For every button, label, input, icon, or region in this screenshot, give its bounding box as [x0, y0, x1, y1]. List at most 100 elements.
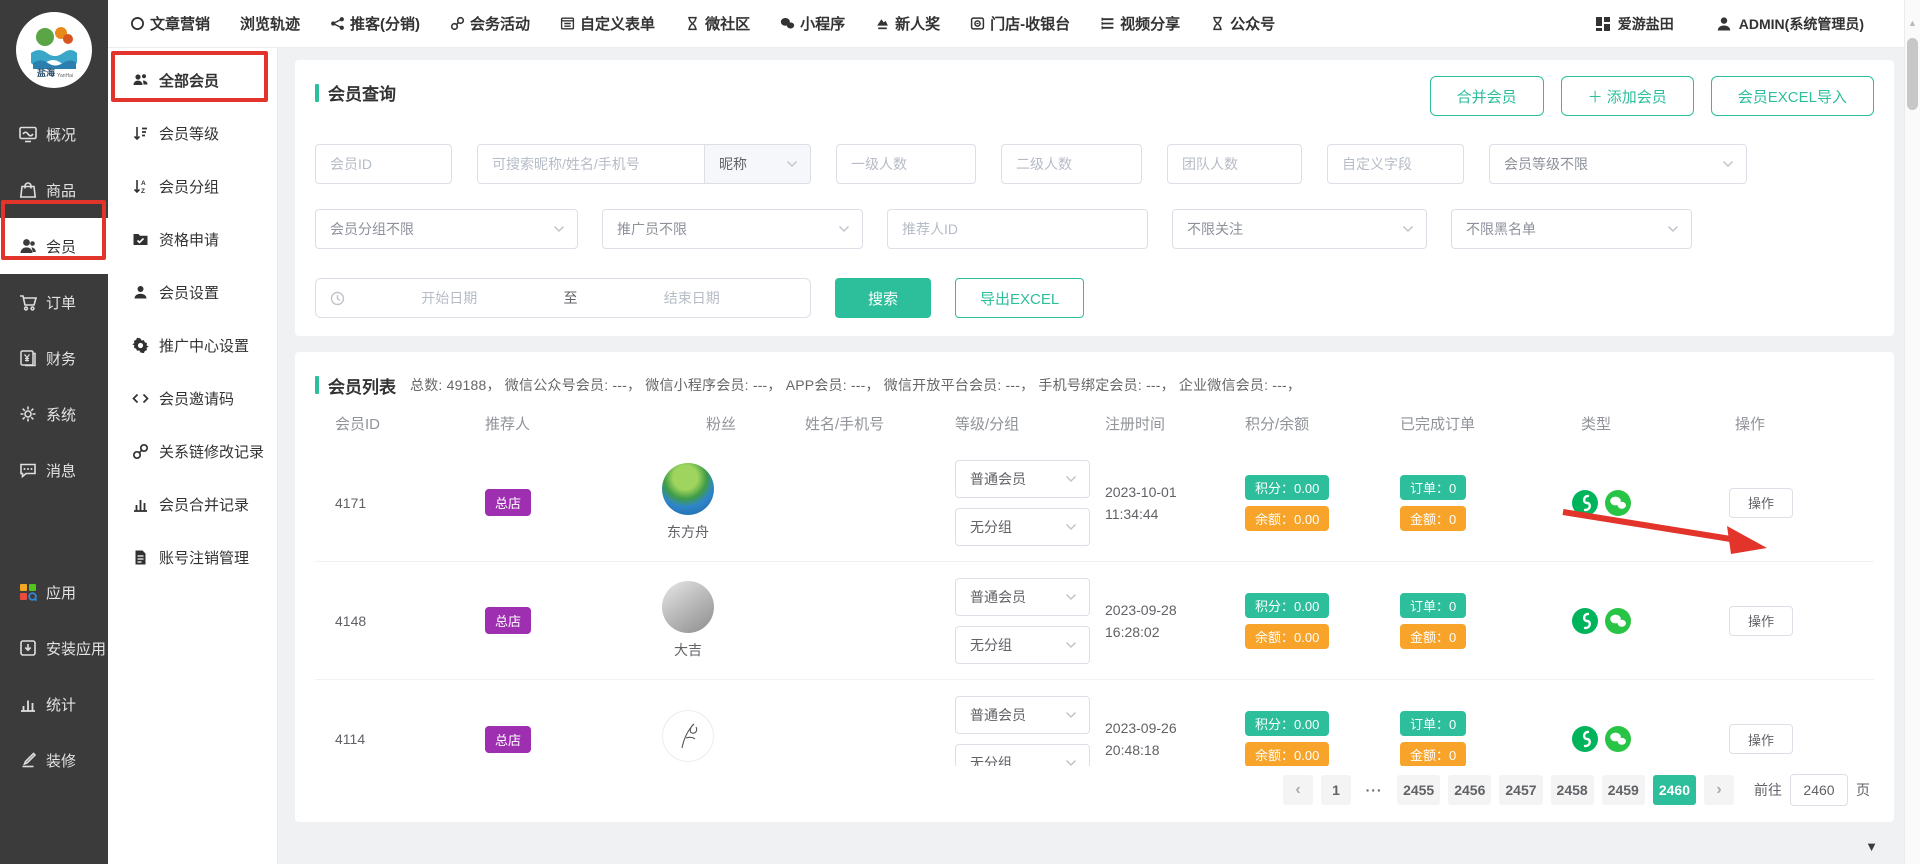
- goto-page-input[interactable]: [1790, 774, 1848, 806]
- member-level-select[interactable]: 会员等级不限: [1489, 144, 1747, 184]
- window-scrollbar[interactable]: ▲: [1904, 0, 1920, 864]
- page-button[interactable]: 2456: [1448, 775, 1491, 805]
- register-time: 2023-10-0111:34:44: [1105, 481, 1237, 525]
- sidebar-item-decorate[interactable]: 装修: [0, 732, 108, 788]
- group-select[interactable]: 无分组: [955, 626, 1090, 664]
- level-select[interactable]: 普通会员: [955, 460, 1090, 498]
- sidebar-item-member[interactable]: 会员: [0, 218, 108, 274]
- amount-badge: 金额：0: [1400, 624, 1466, 649]
- member-query-card: 会员查询 合并会员 ＋ 添加会员 会员EXCEL导入 昵称: [295, 60, 1894, 336]
- nav-store-cashier[interactable]: 门店-收银台: [970, 13, 1070, 34]
- search-input[interactable]: [477, 144, 705, 184]
- scrollbar-up-arrow[interactable]: ▲: [1905, 18, 1920, 28]
- avatar[interactable]: [662, 581, 714, 633]
- nav-micro-community[interactable]: 微社区: [685, 13, 750, 34]
- date-range-picker[interactable]: 开始日期 至 结束日期: [315, 278, 811, 318]
- sidebar-item-apps[interactable]: 应用: [0, 564, 108, 620]
- group-select[interactable]: 无分组: [955, 508, 1090, 546]
- share-icon: [330, 16, 345, 31]
- blacklist-filter-select[interactable]: 不限黑名单: [1451, 209, 1692, 249]
- workspace-name: 爱游盐田: [1618, 14, 1674, 34]
- level-select[interactable]: 普通会员: [955, 696, 1090, 734]
- follow-filter-select[interactable]: 不限关注: [1172, 209, 1427, 249]
- submenu-invite-code[interactable]: 会员邀请码: [108, 372, 277, 425]
- team-count-input[interactable]: [1167, 144, 1302, 184]
- pages-ellipsis[interactable]: ···: [1359, 775, 1389, 805]
- sidebar-item-label: 安装应用: [46, 638, 106, 659]
- sidebar-item-stats[interactable]: 统计: [0, 676, 108, 732]
- referrer-id-input[interactable]: [887, 209, 1148, 249]
- end-date-placeholder: 结束日期: [588, 288, 797, 308]
- level2-count-input[interactable]: [1001, 144, 1142, 184]
- submenu-relation-chain-log[interactable]: 关系链修改记录: [108, 425, 277, 478]
- list-stats: 总数: 49188， 微信公众号会员: ---， 微信小程序会员: ---， A…: [410, 375, 1301, 395]
- grid-icon: [1595, 16, 1611, 32]
- row-action-button[interactable]: 操作: [1729, 724, 1793, 754]
- page-button[interactable]: 2457: [1499, 775, 1542, 805]
- submenu-account-cancellation[interactable]: 账号注销管理: [108, 531, 277, 584]
- row-action-button[interactable]: 操作: [1729, 606, 1793, 636]
- custom-field-input[interactable]: [1327, 144, 1464, 184]
- sidebar-item-goods[interactable]: 商品: [0, 162, 108, 218]
- avatar[interactable]: [662, 463, 714, 515]
- submenu-member-level[interactable]: 会员等级: [108, 107, 277, 160]
- logo[interactable]: 盐海 YanHai: [0, 0, 108, 106]
- points-badge: 积分：0.00: [1245, 593, 1329, 618]
- sidebar-item-orders[interactable]: 订单: [0, 274, 108, 330]
- next-page-button[interactable]: ›: [1704, 775, 1734, 805]
- submenu-promotion-center-settings[interactable]: 推广中心设置: [108, 319, 277, 372]
- page-button[interactable]: 1: [1321, 775, 1351, 805]
- admin-account[interactable]: ADMIN(系统管理员): [1716, 14, 1864, 34]
- scrollbar-thumb[interactable]: [1907, 38, 1918, 110]
- page-button[interactable]: 2458: [1551, 775, 1594, 805]
- nav-newcomer-award[interactable]: 新人奖: [875, 13, 940, 34]
- member-group-select[interactable]: 会员分组不限: [315, 209, 578, 249]
- nav-distribution[interactable]: 推客(分销): [330, 13, 420, 34]
- clock-icon: [330, 291, 345, 306]
- scroll-down-icon[interactable]: ▼: [1865, 839, 1878, 854]
- row-action-button[interactable]: 操作: [1729, 488, 1793, 518]
- promoter-select[interactable]: 推广员不限: [602, 209, 863, 249]
- page-button-active[interactable]: 2460: [1653, 775, 1696, 805]
- submenu-member-settings[interactable]: 会员设置: [108, 266, 277, 319]
- submenu-qualification-apply[interactable]: 资格申请: [108, 213, 277, 266]
- level1-count-input[interactable]: [836, 144, 976, 184]
- goods-icon: [18, 180, 38, 200]
- table-header: 会员ID 推荐人 粉丝 姓名/手机号 等级/分组 注册时间 积分/余额 已完成订…: [315, 402, 1874, 444]
- nav-article-marketing[interactable]: 文章营销: [130, 13, 210, 34]
- start-date-placeholder: 开始日期: [345, 288, 554, 308]
- export-excel-button[interactable]: 导出EXCEL: [955, 278, 1084, 318]
- workspace-switcher[interactable]: 爱游盐田: [1595, 14, 1674, 34]
- group-select[interactable]: 无分组: [955, 744, 1090, 766]
- member-id: 4114: [315, 731, 485, 747]
- date-range-separator: 至: [554, 288, 588, 308]
- admin-name: ADMIN(系统管理员): [1739, 14, 1864, 34]
- balance-badge: 余额：0.00: [1245, 624, 1329, 649]
- nav-official-account[interactable]: 公众号: [1210, 13, 1275, 34]
- nav-mini-program[interactable]: 小程序: [780, 13, 845, 34]
- sidebar-item-install-apps[interactable]: 安装应用: [0, 620, 108, 676]
- member-id-input[interactable]: [315, 144, 452, 184]
- page-button[interactable]: 2459: [1602, 775, 1645, 805]
- submenu-member-group[interactable]: AZ 会员分组: [108, 160, 277, 213]
- avatar[interactable]: [662, 710, 714, 762]
- search-button[interactable]: 搜索: [835, 278, 931, 318]
- nav-browse-track[interactable]: 浏览轨迹: [240, 13, 300, 34]
- nav-custom-form[interactable]: 自定义表单: [560, 13, 655, 34]
- prev-page-button[interactable]: ‹: [1283, 775, 1313, 805]
- search-type-select[interactable]: 昵称: [705, 144, 811, 184]
- submenu-merge-log[interactable]: 会员合并记录: [108, 478, 277, 531]
- nav-video-share[interactable]: 视频分享: [1100, 13, 1180, 34]
- merge-members-button[interactable]: 合并会员: [1430, 76, 1544, 116]
- nav-conference-activity[interactable]: 会务活动: [450, 13, 530, 34]
- member-excel-import-button[interactable]: 会员EXCEL导入: [1711, 76, 1874, 116]
- sidebar-item-finance[interactable]: 财务: [0, 330, 108, 386]
- sidebar-item-messages[interactable]: 消息: [0, 442, 108, 498]
- submenu-all-members[interactable]: 全部会员: [108, 54, 277, 107]
- main-panel: 会员查询 合并会员 ＋ 添加会员 会员EXCEL导入 昵称: [278, 48, 1920, 864]
- sidebar-item-overview[interactable]: 概况: [0, 106, 108, 162]
- page-button[interactable]: 2455: [1397, 775, 1440, 805]
- sidebar-item-system[interactable]: 系统: [0, 386, 108, 442]
- add-member-button[interactable]: ＋ 添加会员: [1561, 76, 1694, 116]
- level-select[interactable]: 普通会员: [955, 578, 1090, 616]
